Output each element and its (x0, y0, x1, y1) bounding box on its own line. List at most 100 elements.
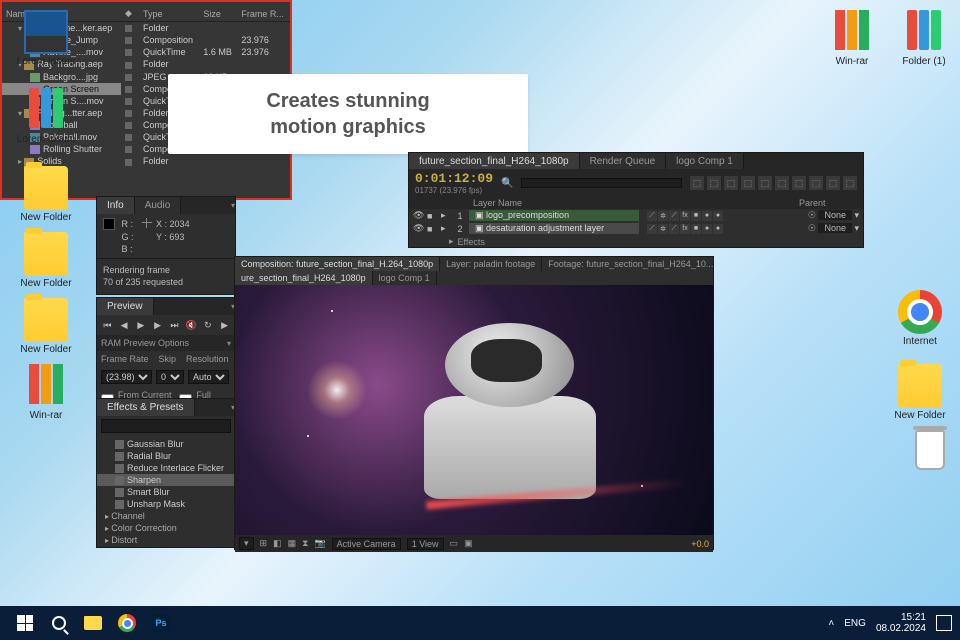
desktop-icon-folder[interactable]: New Folder (14, 232, 78, 289)
desktop-icon-folder[interactable]: New Folder (888, 364, 952, 421)
desktop-icon-rar[interactable]: Win-rar (14, 364, 78, 421)
tool-icon[interactable]: ⬚ (792, 176, 806, 190)
comp-tab-3[interactable]: Footage: future_section_final_H264_10... (542, 257, 713, 271)
label-color-icon[interactable] (125, 49, 132, 56)
prev-frame-button[interactable]: ◀ (118, 318, 131, 332)
timeline-tab-2[interactable]: Render Queue (580, 153, 667, 169)
explorer-button[interactable] (76, 606, 110, 640)
desktop-icon-chrome[interactable]: Internet (888, 290, 952, 347)
grid-icon[interactable]: ⊞ (260, 538, 268, 549)
effects-search-input[interactable] (101, 419, 231, 433)
desktop-icon-rar[interactable]: Win-rar (820, 10, 884, 67)
label-color-icon[interactable] (125, 146, 132, 153)
col-size[interactable]: Size (199, 6, 237, 22)
tab-info[interactable]: Info (97, 197, 135, 214)
desktop-icon-folder[interactable]: New Folder (14, 166, 78, 223)
ram-preview-button[interactable]: ▶ (218, 318, 231, 332)
language-indicator[interactable]: ENG (844, 618, 866, 629)
zoom-dropdown[interactable]: ▾ (239, 537, 254, 550)
col-type[interactable]: Type (139, 6, 199, 22)
lock-icon[interactable]: ■ (427, 224, 437, 234)
timecode-icon[interactable]: ⧗ (302, 538, 308, 549)
tool-icon[interactable]: ⬚ (758, 176, 772, 190)
tab-audio[interactable]: Audio (135, 197, 182, 214)
play-button[interactable]: ▶ (135, 318, 148, 332)
comp-subtab-1[interactable]: ure_section_final_H264_1080p (235, 271, 373, 285)
effect-item[interactable]: Radial Blur (97, 450, 235, 462)
effect-category[interactable]: Color Correction (97, 522, 235, 534)
comp-tab-1[interactable]: Composition: future_section_final_H.264_… (235, 257, 440, 271)
effect-item[interactable]: Sharpen (97, 474, 235, 486)
desktop-icon-trash[interactable] (898, 428, 960, 472)
search-icon[interactable]: 🔍 (501, 178, 513, 189)
tool-icon[interactable]: ⬚ (775, 176, 789, 190)
timeline-layer[interactable]: 👁■▸2▣ desaturation adjustment layer⟋✲⟋fx… (409, 222, 863, 235)
label-color-icon[interactable] (125, 134, 132, 141)
timeline-layer[interactable]: 👁■▸1▣ logo_precomposition⟋✲⟋fx■●●☉ None … (409, 209, 863, 222)
mask-icon[interactable]: ◧ (273, 538, 282, 549)
timeline-tab-3[interactable]: logo Comp 1 (666, 153, 744, 169)
tray-chevron-icon[interactable]: ˄ (828, 618, 834, 629)
search-button[interactable] (42, 606, 76, 640)
composition-viewport[interactable] (235, 285, 713, 535)
tool-icon[interactable]: ⬚ (809, 176, 823, 190)
comp-tab-2[interactable]: Layer: paladin footage (440, 257, 542, 271)
desktop-icon-pc[interactable]: Lorem Ipsum (14, 10, 78, 67)
photoshop-button[interactable]: Ps (144, 606, 178, 640)
tab-preview[interactable]: Preview (97, 298, 154, 315)
clock[interactable]: 15:21 08.02.2024 (876, 612, 926, 634)
effect-item[interactable]: Gaussian Blur (97, 438, 235, 450)
effect-item[interactable]: Unsharp Mask (97, 498, 235, 510)
exposure-value[interactable]: +0.0 (691, 539, 709, 549)
notifications-button[interactable] (936, 615, 952, 631)
current-timecode[interactable]: 0:01:12:09 (415, 171, 493, 186)
view-icon[interactable]: ▭ (450, 538, 459, 549)
first-frame-button[interactable]: ⏮ (101, 318, 114, 332)
snapshot-icon[interactable]: 📷 (314, 538, 325, 549)
label-color-icon[interactable] (125, 159, 132, 166)
tool-icon[interactable]: ⬚ (741, 176, 755, 190)
tool-icon[interactable]: ⬚ (724, 176, 738, 190)
mute-button[interactable]: 🔇 (185, 318, 198, 332)
skip-select[interactable]: 0 (156, 370, 184, 384)
tool-icon[interactable]: ⬚ (690, 176, 704, 190)
col-label-icon[interactable]: ◆ (121, 6, 139, 22)
label-color-icon[interactable] (125, 62, 132, 69)
effect-item[interactable]: Reduce Interlace Flicker (97, 462, 235, 474)
visibility-icon[interactable]: 👁 (413, 210, 423, 221)
label-color-icon[interactable] (125, 122, 132, 129)
visibility-icon[interactable]: 👁 (413, 223, 423, 234)
label-color-icon[interactable] (125, 86, 132, 93)
col-framerate[interactable]: Frame R... (237, 6, 290, 22)
view-dropdown[interactable]: 1 View (407, 538, 444, 550)
active-camera-dropdown[interactable]: Active Camera (332, 538, 401, 550)
panel-menu-icon[interactable]: ▾ (231, 201, 235, 210)
transparency-icon[interactable]: ▦ (288, 538, 297, 549)
loop-button[interactable]: ↻ (202, 318, 215, 332)
desktop-icon-folder[interactable]: New Folder (14, 298, 78, 355)
resolution-select[interactable]: Auto (188, 370, 229, 384)
tool-icon[interactable]: ⬚ (843, 176, 857, 190)
time-navigator[interactable] (521, 178, 682, 188)
effect-item[interactable]: Smart Blur (97, 486, 235, 498)
framerate-select[interactable]: (23.98) (101, 370, 152, 384)
tool-icon[interactable]: ⬚ (707, 176, 721, 190)
last-frame-button[interactable]: ⏭ (168, 318, 181, 332)
label-color-icon[interactable] (125, 98, 132, 105)
dropdown-icon[interactable]: ▾ (227, 339, 231, 348)
effect-category[interactable]: Distort (97, 534, 235, 546)
desktop-icon-binders[interactable]: Lorem Ipsum (14, 88, 78, 145)
label-color-icon[interactable] (125, 37, 132, 44)
start-button[interactable] (8, 606, 42, 640)
label-color-icon[interactable] (125, 110, 132, 117)
desktop-icon-binders[interactable]: Folder (1) (892, 10, 956, 67)
region-icon[interactable]: ▣ (464, 538, 473, 549)
label-color-icon[interactable] (125, 74, 132, 81)
lock-icon[interactable]: ■ (427, 211, 437, 221)
tab-effects[interactable]: Effects & Presets (97, 399, 195, 416)
comp-subtab-2[interactable]: logo Comp 1 (373, 271, 437, 285)
label-color-icon[interactable] (125, 25, 132, 32)
effect-category[interactable]: Channel (97, 510, 235, 522)
chrome-button[interactable] (110, 606, 144, 640)
next-frame-button[interactable]: ▶ (151, 318, 164, 332)
